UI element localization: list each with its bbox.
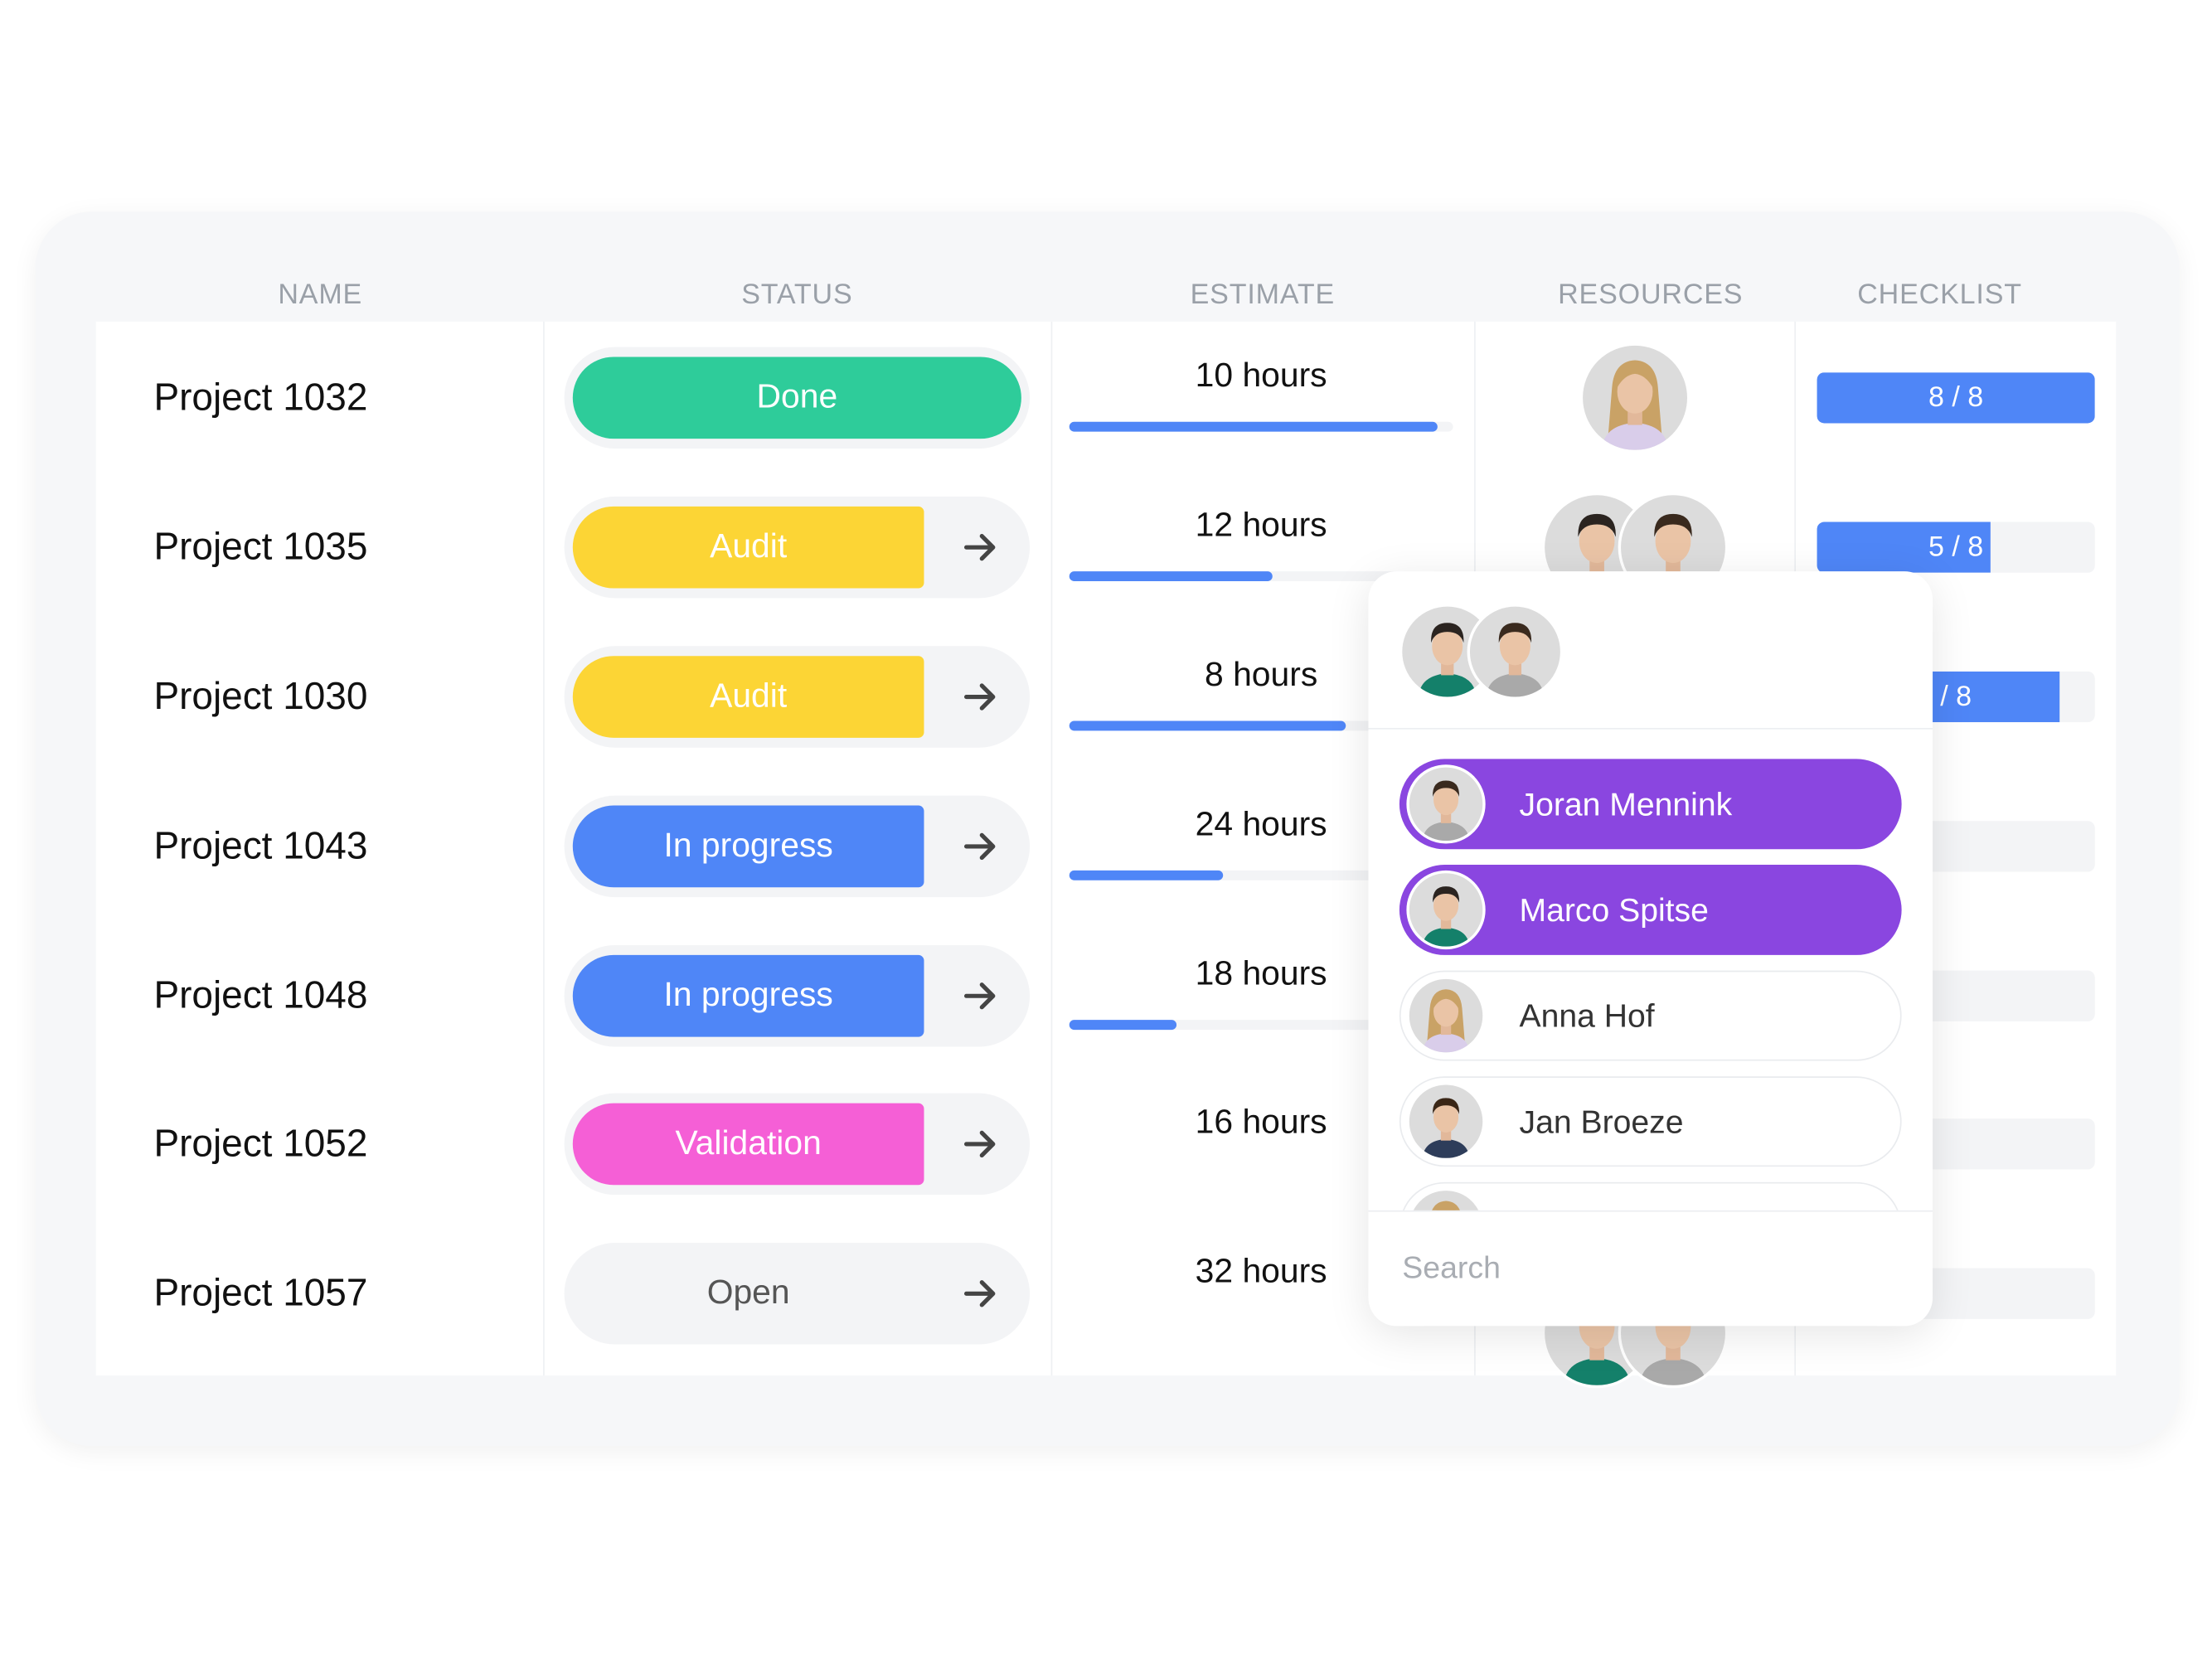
stage: NAME STATUS ESTIMATE RESOURCES CHECKLIST… [0,0,2212,1659]
person-option[interactable]: Jan Broeze [1399,1076,1902,1167]
project-name[interactable]: Project 1048 [153,974,367,1018]
project-name[interactable]: Project 1043 [153,825,367,869]
person-option[interactable]: Marco Spitse [1399,865,1902,955]
status-badge[interactable]: Audit [572,506,924,589]
avatar-man-navy-shirt [1406,1082,1486,1162]
column-header-name[interactable]: NAME [278,279,362,312]
column-header-checklist[interactable]: CHECKLIST [1857,279,2022,312]
estimate-progress-fill [1069,870,1223,880]
estimate-cell: 10 hours [1069,323,1453,473]
avatar-man-grey-shirt [1467,604,1564,700]
person-name: Jan Broeze [1519,1102,1684,1139]
project-name[interactable]: Project 1030 [153,675,367,719]
project-name[interactable]: Project 1032 [153,376,367,420]
arrow-right-icon[interactable] [959,825,1002,867]
person-option[interactable]: Joran Mennink [1399,759,1902,850]
project-name[interactable]: Project 1035 [153,526,367,570]
arrow-right-icon[interactable] [959,526,1002,569]
project-name[interactable]: Project 1057 [153,1272,367,1316]
column-header-status[interactable]: STATUS [741,279,852,312]
status-badge[interactable]: Validation [572,1103,924,1186]
estimate-progress-fill [1069,1020,1177,1031]
search-input[interactable] [1399,1248,1899,1288]
resources-cell[interactable] [1476,323,1795,473]
person-option[interactable]: Anna Hof [1399,970,1902,1061]
estimate-progress-fill [1069,720,1346,731]
status-badge[interactable]: Done [572,357,1021,439]
avatar-woman-blonde [1406,976,1486,1055]
checklist-count: 8 / 8 [1928,382,1984,414]
status-control[interactable]: Done [564,347,1031,449]
status-control[interactable]: In progress [564,945,1031,1047]
project-name[interactable]: Project 1052 [153,1123,367,1167]
status-control[interactable]: In progress [564,795,1031,898]
avatar-man-grey-shirt [1406,764,1486,844]
avatar-woman-blonde [1579,342,1691,454]
avatar-man-green-shirt [1406,870,1486,950]
estimate-value: 12 hours [1195,506,1327,545]
column-header-resources[interactable]: RESOURCES [1558,279,1743,312]
avatar-woman-blonde [1406,1187,1486,1210]
status-control[interactable]: Open [564,1243,1031,1345]
checklist-progress[interactable]: 8 / 8 [1817,372,2095,424]
status-badge[interactable]: In progress [572,805,924,888]
status-control[interactable]: Audit [564,496,1031,599]
estimate-progress-fill [1069,421,1438,432]
person-name: Joran Mennink [1519,784,1733,822]
status-control[interactable]: Validation [564,1093,1031,1196]
resource-picker-popup: Joran Mennink Marco Spitse Anna Hof Jan Bro… [1368,571,1933,1327]
table-row[interactable]: Project 1032 Done 10 hours 8 / 8 [0,323,2212,473]
selected-resources [1399,604,1564,700]
arrow-right-icon[interactable] [959,1123,1002,1165]
person-name: Marco Spitse [1519,890,1709,928]
status-badge[interactable]: Open [573,1253,924,1335]
people-list[interactable]: Joran Mennink Marco Spitse Anna Hof Jan Bro… [1368,730,1933,1210]
estimate-progress-fill [1069,571,1273,582]
checklist-progress[interactable]: 5 / 8 [1817,521,2095,573]
divider [1368,1210,1933,1212]
estimate-value: 10 hours [1195,357,1327,395]
arrow-right-icon[interactable] [959,975,1002,1017]
column-header-estimate[interactable]: ESTIMATE [1191,279,1335,312]
checklist-count: 5 / 8 [1928,531,1984,563]
arrow-right-icon[interactable] [959,676,1002,718]
status-control[interactable]: Audit [564,646,1031,748]
estimate-progress-track [1069,421,1453,432]
person-name: Anna Hof [1519,997,1655,1034]
status-badge[interactable]: In progress [572,954,924,1037]
status-badge[interactable]: Audit [572,656,924,738]
arrow-right-icon[interactable] [959,1273,1002,1315]
person-option[interactable] [1399,1181,1902,1210]
